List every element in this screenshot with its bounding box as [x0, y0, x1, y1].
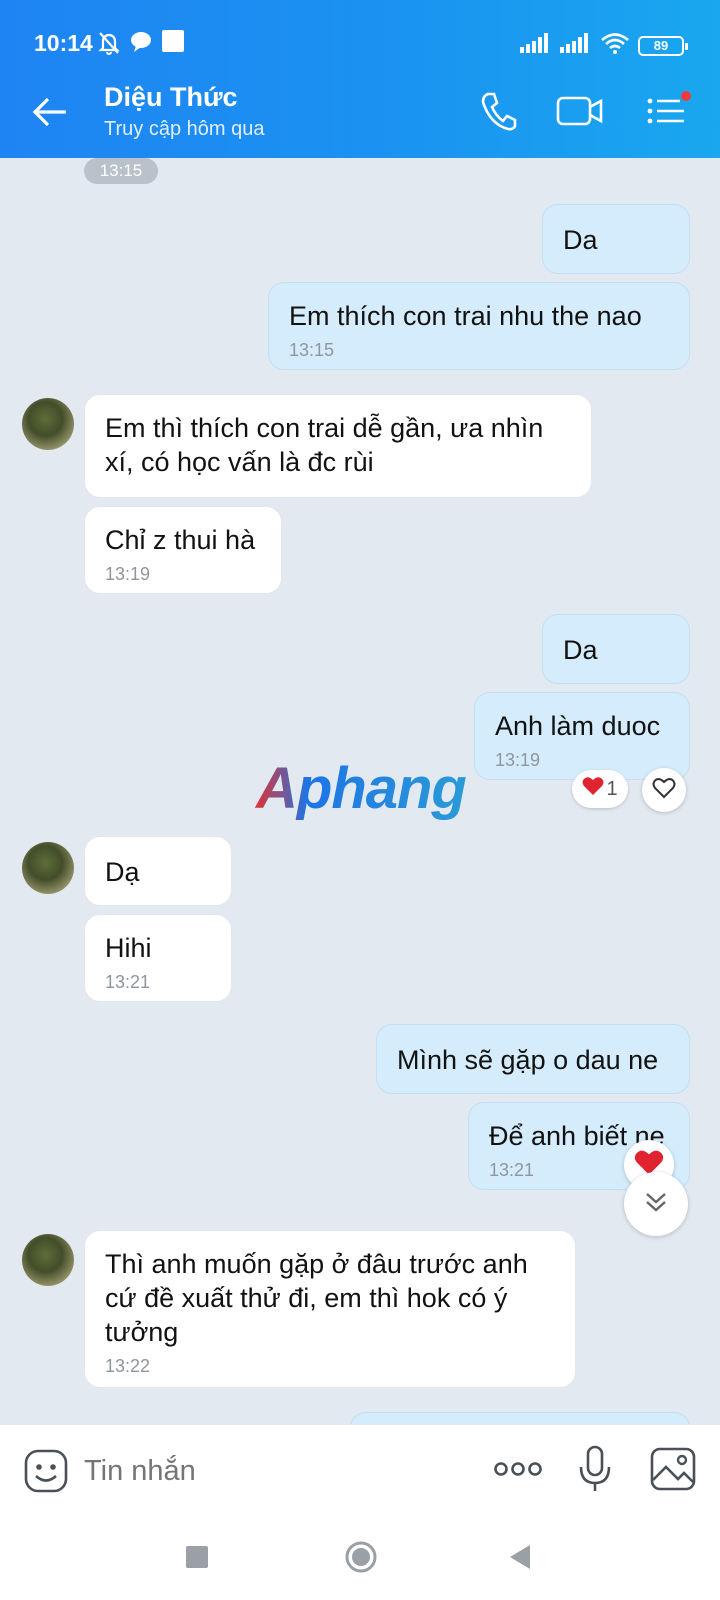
bell-off-icon	[97, 30, 121, 61]
message-time: 13:15	[289, 340, 335, 360]
back-triangle-icon[interactable]	[508, 1544, 532, 1575]
message-input[interactable]	[84, 1447, 464, 1495]
battery-indicator: 89	[638, 35, 688, 56]
sent-message[interactable]: Anh làm duoc 13:19	[474, 692, 690, 780]
message-text: Hihi	[105, 933, 152, 963]
signal-icon	[560, 33, 592, 58]
sent-message[interactable]: Mình sẽ gặp o dau ne	[376, 1024, 690, 1094]
home-circle-icon[interactable]	[344, 1540, 378, 1579]
watermark-logo: Aphang	[252, 756, 472, 837]
sent-message[interactable]: Da	[542, 614, 690, 684]
received-message[interactable]: Em thì thích con trai dễ gần, ưa nhìn xí…	[84, 394, 592, 498]
time-divider: 13:15	[84, 158, 158, 184]
reaction-count: 1	[606, 777, 618, 800]
microphone-icon[interactable]	[578, 1445, 612, 1498]
contact-name[interactable]: Diệu Thức	[104, 82, 238, 113]
more-dots-icon[interactable]	[494, 1457, 542, 1486]
video-camera-icon[interactable]	[556, 90, 604, 137]
sent-message[interactable]: Em thích con trai nhu the nao 13:15	[268, 282, 690, 370]
svg-text:Aphang: Aphang	[254, 756, 466, 821]
notification-square-icon	[162, 30, 184, 57]
chat-bubble-icon	[129, 30, 153, 59]
contact-avatar[interactable]	[22, 398, 74, 450]
message-time: 13:22	[105, 1356, 151, 1376]
message-time: 13:19	[105, 564, 151, 584]
scroll-to-bottom-button[interactable]	[624, 1172, 688, 1236]
status-right-icons: 89	[520, 32, 688, 59]
message-text: Mình sẽ gặp o dau ne	[397, 1045, 659, 1075]
message-time: 13:21	[105, 972, 151, 992]
sent-message[interactable]	[350, 1412, 690, 1424]
message-text: Thì anh muốn gặp ở đâu trước anh cứ đề x…	[105, 1249, 528, 1347]
chat-header: 10:14 89 Diệu Thức Truy cập hôm qua	[0, 0, 720, 158]
message-input-bar	[0, 1424, 720, 1516]
message-text: Em thì thích con trai dễ gần, ưa nhìn xí…	[105, 413, 544, 477]
message-text: Anh làm duoc	[495, 711, 661, 741]
message-list[interactable]: 13:15 Da Em thích con trai nhu the nao 1…	[0, 158, 720, 1424]
react-heart-button[interactable]	[642, 768, 686, 812]
message-time: 13:19	[495, 750, 541, 770]
phone-icon[interactable]	[480, 90, 518, 137]
heart-icon	[582, 776, 604, 802]
message-text: Da	[563, 225, 598, 255]
emoji-icon[interactable]	[24, 1449, 68, 1498]
reaction-count-badge[interactable]: 1	[572, 770, 628, 808]
heart-outline-icon	[652, 777, 676, 804]
received-message[interactable]: Thì anh muốn gặp ở đâu trước anh cứ đề x…	[84, 1230, 576, 1388]
app-bar: Diệu Thức Truy cập hôm qua	[0, 70, 720, 158]
contact-avatar[interactable]	[22, 842, 74, 894]
received-message[interactable]: Dạ	[84, 836, 232, 906]
contact-avatar[interactable]	[22, 1234, 74, 1286]
message-text: Em thích con trai nhu the nao	[289, 301, 642, 331]
image-icon[interactable]	[650, 1447, 696, 1496]
sent-message[interactable]: Da	[542, 204, 690, 274]
received-message[interactable]: Chỉ z thui hà 13:19	[84, 506, 282, 594]
last-seen-status: Truy cập hôm qua	[104, 118, 265, 140]
wifi-icon	[600, 32, 630, 59]
recent-apps-square-icon[interactable]	[186, 1546, 208, 1573]
status-time: 10:14	[34, 30, 93, 56]
received-message[interactable]: Hihi 13:21	[84, 914, 232, 1002]
message-text: Da	[563, 635, 598, 665]
message-text: Chỉ z thui hà	[105, 525, 256, 555]
chevron-down-icon	[643, 1189, 669, 1220]
message-text: Dạ	[105, 857, 140, 887]
system-nav-bar	[0, 1516, 720, 1600]
menu-list-icon[interactable]	[646, 90, 692, 137]
signal-icon	[520, 33, 552, 58]
status-bar: 10:14 89	[0, 0, 720, 70]
back-arrow-icon[interactable]	[30, 92, 70, 132]
